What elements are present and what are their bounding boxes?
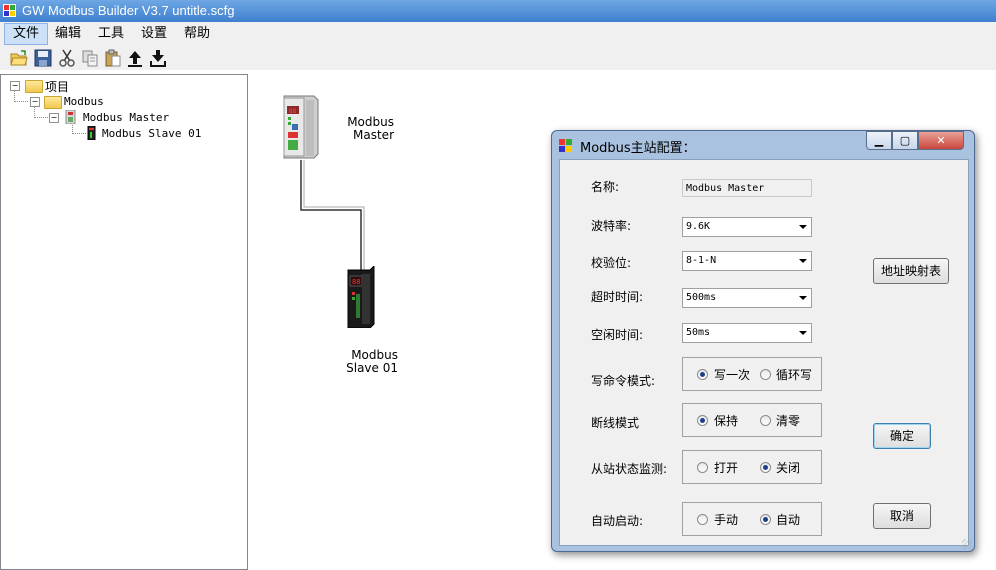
idle-time-label: 空闲时间: (591, 328, 644, 342)
baud-rate-select[interactable]: 9.6K (682, 217, 812, 237)
tree-node-modbus[interactable]: Modbus (64, 95, 104, 108)
disconnect-mode-label: 断线模式 (591, 416, 640, 430)
window-title-bar[interactable]: GW Modbus Builder V3.7 untitle.scfg (0, 0, 996, 22)
dialog-title: Modbus主站配置： (580, 141, 696, 156)
autostart-label: 自动启动: (591, 514, 644, 528)
write-mode-option-loop[interactable]: 循环写 (776, 366, 812, 383)
upload-icon[interactable] (126, 49, 144, 67)
slave-label-line2: Slave 01 (346, 361, 398, 375)
svg-text:88: 88 (289, 108, 297, 115)
slave-device-label: Modbus Slave 01 (336, 349, 398, 375)
toolbar (0, 46, 996, 70)
parity-label: 校验位: (591, 256, 632, 270)
tree-node-master[interactable]: Modbus Master (83, 111, 169, 124)
idle-time-value: 50ms (686, 327, 711, 338)
autostart-option-manual[interactable]: 手动 (714, 511, 738, 528)
maximize-button[interactable]: ▢ (892, 131, 918, 150)
download-icon[interactable] (149, 49, 167, 67)
name-label: 名称: (591, 180, 620, 194)
write-mode-label: 写命令模式: (591, 374, 656, 388)
slave-device-image[interactable]: 88 (344, 266, 378, 328)
menu-settings[interactable]: 设置 (133, 24, 175, 44)
menu-bar: 文件 编辑 工具 设置 帮助 (0, 22, 996, 46)
write-mode-option-once[interactable]: 写一次 (714, 366, 750, 383)
chevron-down-icon (799, 331, 807, 335)
cancel-button[interactable]: 取消 (873, 503, 931, 529)
write-mode-radio-once[interactable] (697, 369, 708, 380)
master-device-icon (65, 110, 76, 124)
resize-grip[interactable] (962, 539, 972, 549)
modbus-collapse-toggle[interactable]: − (30, 97, 40, 107)
slave-monitor-group: 打开 关闭 (682, 450, 822, 484)
menu-file[interactable]: 文件 (4, 23, 49, 45)
tree-node-project[interactable]: 项目 (45, 78, 69, 95)
slave-device-icon (87, 126, 96, 140)
dialog-body: 名称: Modbus Master 波特率: 9.6K 校验位: 8-1-N 超… (559, 159, 969, 546)
app-icon (3, 4, 16, 17)
project-tree: − 项目 − Modbus − Modbus Master Modbus Sla… (0, 74, 248, 570)
cable-line (300, 160, 365, 270)
slave-monitor-option-off[interactable]: 关闭 (776, 459, 800, 476)
chevron-down-icon (799, 225, 807, 229)
baud-rate-label: 波特率: (591, 219, 632, 233)
disconnect-radio-clear[interactable] (760, 415, 771, 426)
copy-icon[interactable] (81, 49, 99, 67)
save-icon[interactable] (34, 49, 52, 67)
master-device-label: Modbus Master (342, 116, 394, 142)
menu-help[interactable]: 帮助 (176, 24, 218, 44)
write-mode-radio-loop[interactable] (760, 369, 771, 380)
open-folder-icon[interactable] (10, 49, 28, 67)
slave-monitor-radio-off[interactable] (760, 462, 771, 473)
menu-edit[interactable]: 编辑 (47, 24, 89, 44)
tree-node-slave[interactable]: Modbus Slave 01 (102, 127, 201, 140)
autostart-group: 手动 自动 (682, 502, 822, 536)
master-collapse-toggle[interactable]: − (49, 113, 59, 123)
write-mode-group: 写一次 循环写 (682, 357, 822, 391)
timeout-select[interactable]: 500ms (682, 288, 812, 308)
disconnect-option-clear[interactable]: 清零 (776, 412, 800, 429)
minimize-button[interactable]: ▁ (866, 131, 892, 150)
menu-tools[interactable]: 工具 (90, 24, 132, 44)
close-icon: ✕ (936, 134, 946, 147)
parity-value: 8-1-N (686, 255, 717, 266)
folder-icon (25, 80, 43, 93)
baud-rate-value: 9.6K (686, 221, 711, 232)
slave-monitor-radio-on[interactable] (697, 462, 708, 473)
cut-icon[interactable] (58, 49, 76, 67)
root-collapse-toggle[interactable]: − (10, 81, 20, 91)
idle-time-select[interactable]: 50ms (682, 323, 812, 343)
window-title: GW Modbus Builder V3.7 untitle.scfg (22, 3, 235, 18)
autostart-radio-manual[interactable] (697, 514, 708, 525)
address-map-button[interactable]: 地址映射表 (873, 258, 949, 284)
autostart-option-auto[interactable]: 自动 (776, 511, 800, 528)
paste-icon[interactable] (104, 49, 122, 67)
minimize-icon: ▁ (874, 134, 884, 147)
slave-monitor-label: 从站状态监测: (591, 462, 668, 476)
name-field[interactable]: Modbus Master (682, 179, 812, 197)
disconnect-option-keep[interactable]: 保持 (714, 412, 738, 429)
slave-monitor-option-on[interactable]: 打开 (714, 459, 738, 476)
chevron-down-icon (799, 296, 807, 300)
disconnect-radio-keep[interactable] (697, 415, 708, 426)
timeout-label: 超时时间: (591, 290, 644, 304)
chevron-down-icon (799, 259, 807, 263)
modbus-master-config-dialog: Modbus主站配置： ▁ ▢ ✕ 名称: Modbus Master 波特率:… (551, 130, 975, 552)
maximize-icon: ▢ (899, 134, 911, 147)
parity-select[interactable]: 8-1-N (682, 251, 812, 271)
master-device-image[interactable]: 88 (270, 94, 320, 160)
close-button[interactable]: ✕ (918, 131, 964, 150)
disconnect-mode-group: 保持 清零 (682, 403, 822, 437)
dialog-app-icon (559, 139, 572, 152)
ok-button[interactable]: 确定 (873, 423, 931, 449)
timeout-value: 500ms (686, 292, 717, 303)
folder-icon (44, 96, 62, 109)
master-label-line2: Master (353, 128, 394, 142)
autostart-radio-auto[interactable] (760, 514, 771, 525)
svg-text:88: 88 (352, 278, 360, 286)
